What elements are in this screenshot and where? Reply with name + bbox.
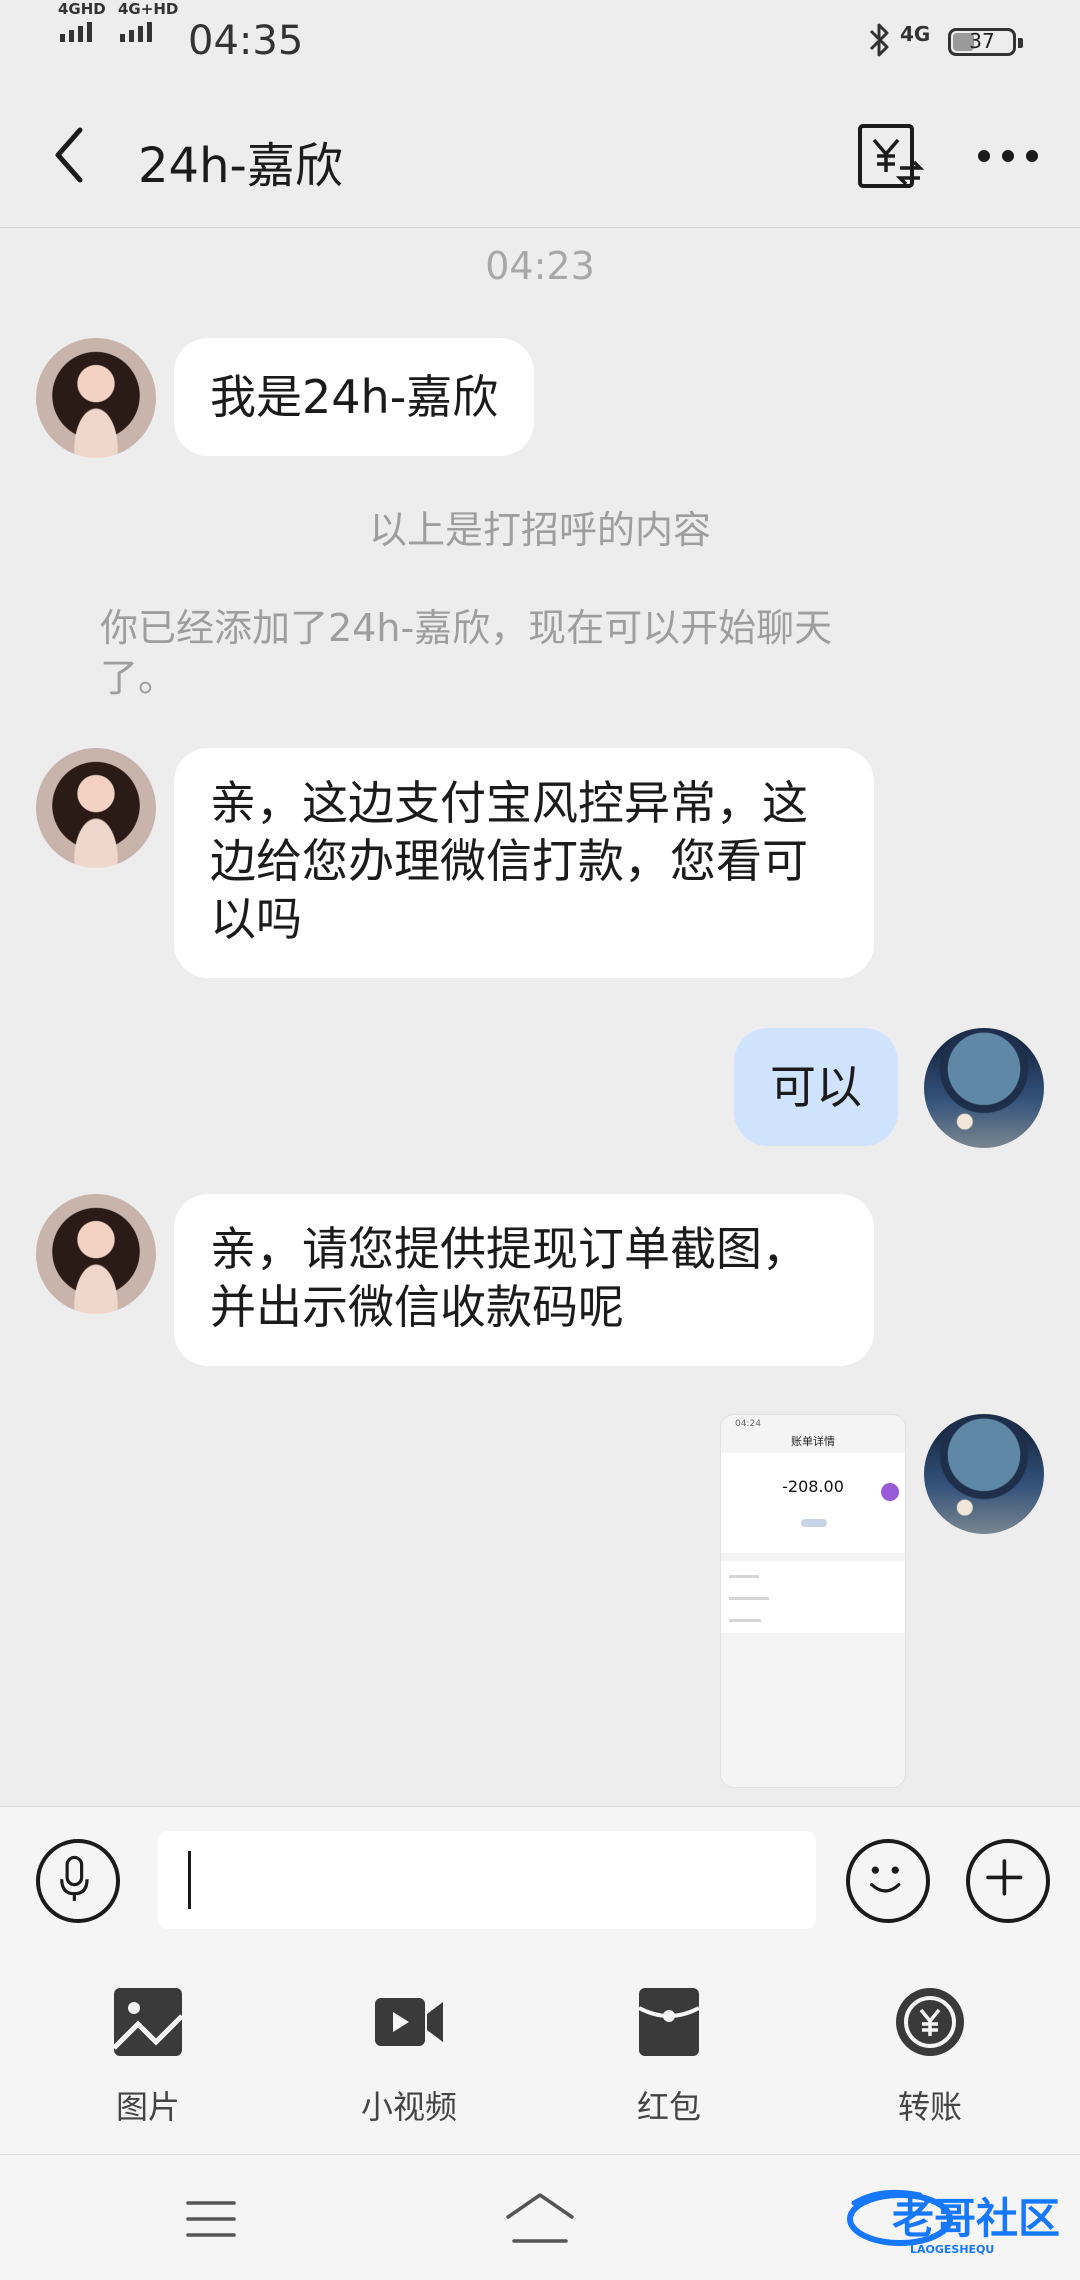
thumbnail-card — [721, 1453, 905, 1553]
input-bar — [0, 1806, 1080, 1956]
yuan-transfer-icon[interactable] — [856, 122, 924, 190]
microphone-icon — [60, 1855, 89, 1901]
watermark-logo: 老哥社区 LAOGESHEQU — [847, 2189, 1060, 2256]
network-type: 4G — [900, 22, 931, 46]
tool-transfer-label: 转账 — [897, 2088, 962, 2126]
message-input[interactable] — [158, 1831, 816, 1929]
battery-indicator: 37 — [948, 28, 1023, 56]
incoming-message-greeting[interactable]: 我是24h-嘉欣 — [174, 338, 535, 456]
chat-header: 24h-嘉欣 — [0, 84, 1080, 228]
outgoing-message[interactable]: 可以 — [734, 1028, 898, 1146]
thumbnail-row-line — [729, 1575, 759, 1578]
emoji-button[interactable] — [846, 1839, 930, 1923]
tool-image-label: 图片 — [115, 2088, 180, 2126]
added-note-line-2: 了。 — [100, 656, 177, 700]
signal-2-label: 4G+HD — [118, 0, 179, 18]
voice-button[interactable] — [36, 1839, 120, 1923]
clock: 04:35 — [188, 18, 304, 64]
contact-avatar[interactable] — [36, 748, 156, 868]
plus-icon — [986, 1859, 1023, 1896]
battery-percent: 37 — [969, 29, 995, 53]
back-arrow-icon[interactable] — [48, 122, 96, 188]
tool-transfer[interactable]: 转账 — [840, 1986, 1020, 2128]
contact-avatar[interactable] — [36, 338, 156, 458]
incoming-message[interactable]: 亲，请您提供提现订单截图，并出示微信收款码呢 — [174, 1194, 874, 1366]
attachment-panel: 图片 小视频 红包 转账 — [0, 1956, 1080, 2154]
my-avatar[interactable] — [924, 1414, 1044, 1534]
more-actions-button[interactable] — [966, 1839, 1050, 1923]
video-camera-icon — [375, 1998, 443, 2046]
tool-video[interactable]: 小视频 — [319, 1986, 499, 2128]
thumbnail-status-time: 04:24 — [735, 1419, 761, 1429]
red-packet-icon — [638, 1988, 700, 2056]
thumbnail-badge-icon — [881, 1483, 899, 1501]
text-cursor — [188, 1851, 191, 1909]
added-note-line-1: 你已经添加了24h-嘉欣，现在可以开始聊天 — [100, 606, 833, 650]
signal-2-bars — [120, 22, 152, 42]
smiley-icon — [870, 1866, 901, 1893]
watermark-text: 老哥社区 — [892, 2194, 1060, 2243]
battery-tip — [1018, 38, 1023, 48]
menu-icon[interactable] — [186, 2197, 236, 2241]
signal-1-bars — [60, 22, 92, 42]
contact-avatar[interactable] — [36, 1194, 156, 1314]
thumbnail-title: 账单详情 — [791, 1435, 835, 1448]
thumbnail-status-pill — [801, 1519, 827, 1527]
greeting-note: 以上是打招呼的内容 — [368, 508, 711, 552]
incoming-message[interactable]: 亲，这边支付宝风控异常，这边给您办理微信打款，您看可以吗 — [174, 748, 874, 978]
chat-title: 24h-嘉欣 — [138, 138, 343, 194]
tool-image[interactable]: 图片 — [58, 1986, 238, 2128]
bluetooth-icon — [869, 23, 889, 57]
tool-red-packet[interactable]: 红包 — [579, 1986, 759, 2128]
thumbnail-row-line — [729, 1597, 769, 1600]
tool-video-label: 小视频 — [360, 2088, 457, 2126]
more-icon[interactable] — [976, 142, 1040, 170]
thumbnail-row-line — [729, 1619, 761, 1622]
message-timestamp: 04:23 — [485, 244, 595, 288]
image-message-thumbnail[interactable]: 04:24 账单详情 -208.00 — [720, 1414, 906, 1788]
image-icon — [112, 1988, 184, 2056]
system-nav-bar: 老哥社区 LAOGESHEQU — [0, 2154, 1080, 2280]
signal-1-label: 4GHD — [58, 0, 106, 18]
thumbnail-amount: -208.00 — [782, 1477, 844, 1496]
my-avatar[interactable] — [924, 1028, 1044, 1148]
status-bar: 4GHD 4G+HD 04:35 4G 37 — [0, 0, 1080, 84]
watermark-subtext: LAOGESHEQU — [910, 2243, 994, 2256]
transfer-icon — [896, 1988, 964, 2056]
home-icon[interactable] — [504, 2191, 576, 2245]
tool-red-packet-label: 红包 — [636, 2088, 701, 2126]
